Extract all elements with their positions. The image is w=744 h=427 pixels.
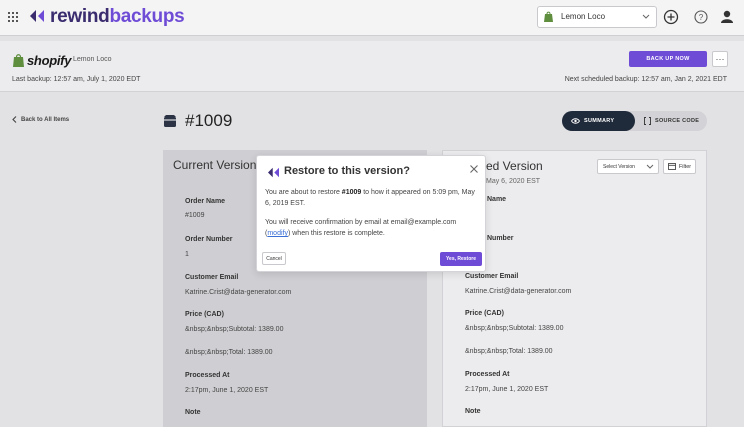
- field-label: Order Name: [185, 198, 226, 205]
- summary-tab[interactable]: SUMMARY: [562, 111, 635, 131]
- last-backup-text: Last backup: 12:57 am, July 1, 2020 EDT: [12, 76, 141, 83]
- field-value: &nbsp;&nbsp;Subtotal: 1389.00: [465, 325, 564, 332]
- field-value: Katrine.Crist@data-generator.com: [465, 288, 572, 295]
- summary-tab-label: SUMMARY: [584, 118, 615, 124]
- field-label: Price (CAD): [465, 310, 504, 317]
- field-value: &nbsp;&nbsp;Total: 1389.00: [465, 348, 553, 355]
- box-icon: [164, 115, 176, 127]
- store-header: shopify Lemon Loco Last backup: 12:57 am…: [0, 41, 744, 92]
- chevron-down-icon: [646, 164, 654, 169]
- help-icon[interactable]: ?: [692, 8, 710, 26]
- view-toggle: SUMMARY SOURCE CODE: [562, 111, 707, 131]
- apps-grid-icon[interactable]: [8, 12, 18, 22]
- field-label: Customer Email: [185, 274, 239, 281]
- back-to-all-items-link[interactable]: Back to All Items: [12, 116, 69, 123]
- rewind-logo-icon: [30, 10, 44, 22]
- rewind-logo-icon: [268, 167, 279, 178]
- dialog-order-number: #1009: [341, 189, 362, 196]
- brand-name-part1: rewind: [50, 6, 110, 27]
- select-version-dropdown[interactable]: Select Version: [597, 159, 659, 174]
- field-label: Processed At: [465, 371, 510, 378]
- store-name: Lemon Loco: [73, 56, 112, 63]
- svg-text:?: ?: [699, 13, 704, 22]
- platform-name: shopify: [27, 53, 72, 68]
- chevron-left-icon: [12, 116, 17, 123]
- field-value: &nbsp;&nbsp;Subtotal: 1389.00: [185, 326, 284, 333]
- back-up-now-button[interactable]: BACK UP NOW: [629, 51, 707, 67]
- brand-name-part2: backups: [109, 6, 185, 27]
- current-version-title: Current Version: [173, 158, 257, 172]
- dialog-text: You are about to restore: [265, 189, 342, 196]
- top-bar: rewindbackups Lemon Loco ?: [0, 0, 744, 36]
- close-icon[interactable]: [468, 163, 480, 175]
- chevron-down-icon: [642, 14, 650, 19]
- restore-dialog: Restore to this version? You are about t…: [256, 155, 486, 272]
- shopify-bag-icon: [544, 11, 553, 22]
- more-options-button[interactable]: ···: [712, 51, 728, 67]
- selected-version-date: May 6, 2020 EST: [486, 178, 541, 185]
- back-link-label: Back to All Items: [21, 116, 70, 123]
- field-value: #1009: [185, 212, 205, 219]
- field-label: Order Number: [185, 236, 233, 243]
- yes-restore-button[interactable]: Yes, Restore: [440, 252, 482, 266]
- dialog-title: Restore to this version?: [284, 165, 410, 177]
- user-icon[interactable]: [718, 8, 736, 26]
- source-code-tab[interactable]: SOURCE CODE: [642, 111, 699, 131]
- select-version-label: Select Version: [603, 164, 635, 170]
- calendar-icon: [667, 163, 676, 170]
- store-selector[interactable]: Lemon Loco: [537, 6, 657, 28]
- field-label: Customer Email: [465, 273, 519, 280]
- next-backup-text: Next scheduled backup: 12:57 am, Jan 2, …: [564, 76, 727, 83]
- brand-logo[interactable]: rewindbackups: [50, 6, 185, 28]
- dialog-confirmation-note: You will receive confirmation by email a…: [265, 217, 481, 239]
- code-icon: [644, 117, 651, 125]
- cancel-button[interactable]: Cancel: [262, 252, 286, 265]
- filter-label: Filter: [678, 163, 692, 170]
- dialog-body: You are about to restore #1009 to how it…: [265, 187, 481, 247]
- field-value: 1: [185, 251, 189, 258]
- selected-version-title: ed Version: [486, 159, 543, 173]
- store-selector-value: Lemon Loco: [561, 12, 606, 21]
- field-label: Note: [465, 408, 481, 415]
- field-label: Number: [487, 235, 514, 242]
- field-value: Katrine.Crist@data-generator.com: [185, 289, 292, 296]
- dialog-message: You are about to restore #1009 to how it…: [265, 187, 481, 209]
- modify-email-link[interactable]: modify: [267, 230, 288, 237]
- order-number-title: #1009: [185, 111, 233, 130]
- field-value: 2:17pm, June 1, 2020 EST: [185, 387, 269, 394]
- filter-button[interactable]: Filter: [663, 159, 696, 174]
- shopify-bag-icon: [13, 54, 24, 67]
- field-label: Processed At: [185, 372, 230, 379]
- field-value: 2:17pm, June 1, 2020 EST: [465, 386, 549, 393]
- dialog-text: ) when this restore is complete.: [287, 230, 385, 237]
- source-code-tab-label: SOURCE CODE: [655, 118, 700, 124]
- add-circle-icon[interactable]: [662, 8, 680, 26]
- field-label: Name: [487, 196, 507, 203]
- field-value: &nbsp;&nbsp;Total: 1389.00: [185, 349, 273, 356]
- eye-icon: [571, 118, 580, 124]
- field-label: Note: [185, 409, 201, 416]
- dialog-footer: Cancel Yes, Restore: [257, 252, 487, 273]
- field-label: Price (CAD): [185, 311, 224, 318]
